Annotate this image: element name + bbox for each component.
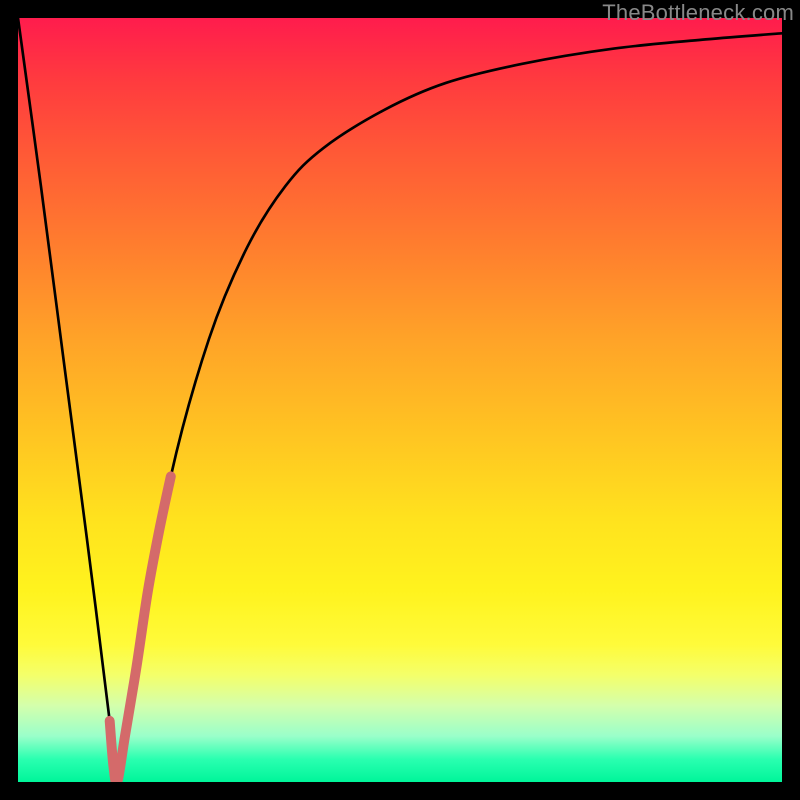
watermark-text: TheBottleneck.com	[602, 0, 794, 26]
chart-lines	[18, 18, 782, 782]
plot-area	[18, 18, 782, 782]
chart-frame: TheBottleneck.com	[0, 0, 800, 800]
accent-segment-path	[110, 476, 171, 782]
